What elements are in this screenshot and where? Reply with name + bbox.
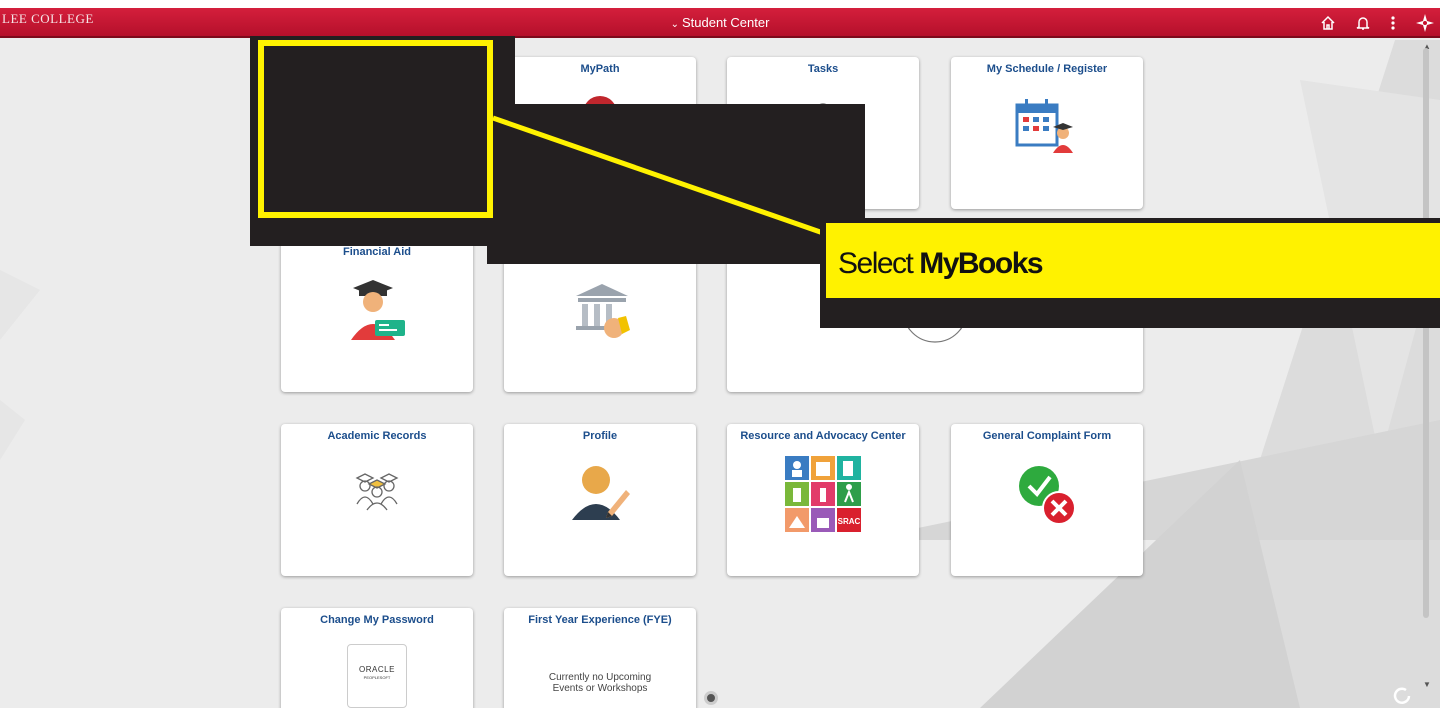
callout-text: Select MyBooks [838, 247, 1044, 281]
callout-box: Select MyBooks [820, 218, 1440, 328]
callout-target: MyBooks [919, 247, 1043, 280]
callout-pointer-line [492, 115, 827, 237]
callout-prefix: Select [838, 247, 920, 280]
callout-highlight: Select MyBooks [826, 223, 1440, 298]
